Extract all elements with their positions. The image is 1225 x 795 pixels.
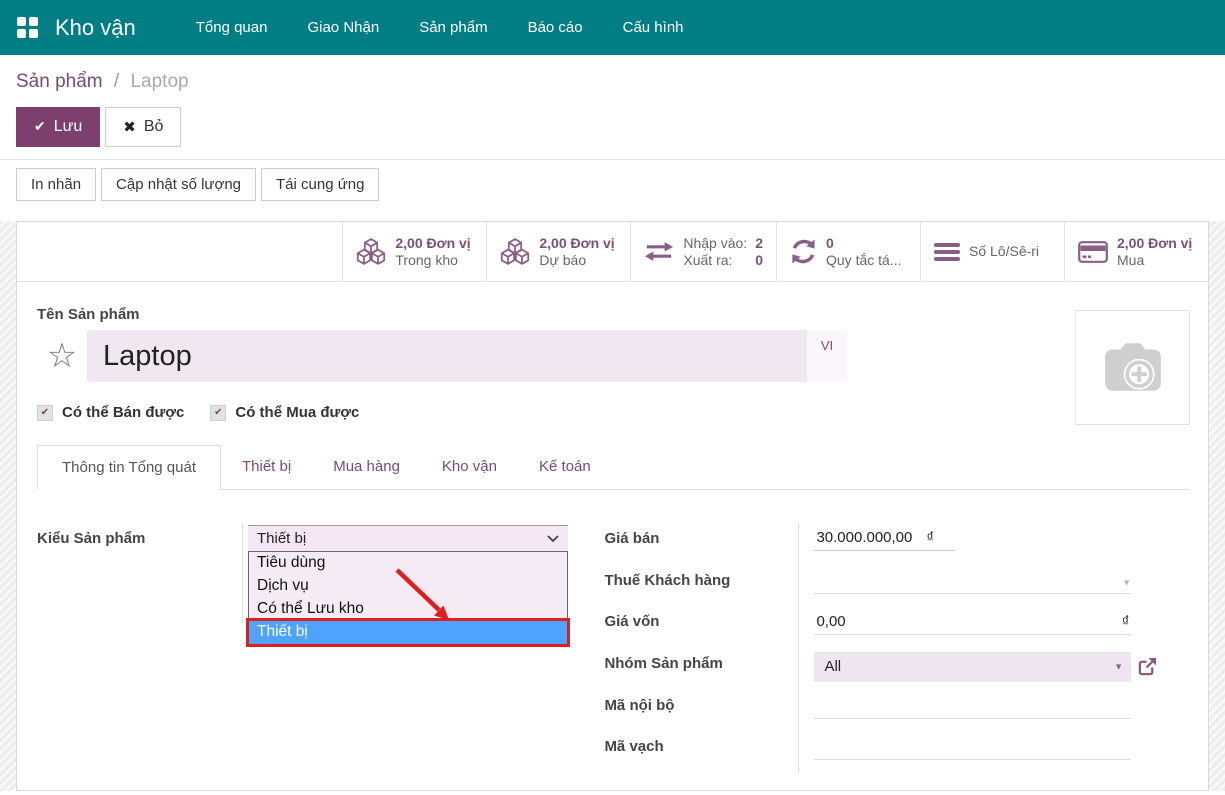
close-icon: [123, 118, 136, 137]
option-service[interactable]: Dịch vụ: [249, 575, 567, 598]
menu-item-config[interactable]: Cấu hình: [603, 0, 704, 55]
form-tabs: Thông tin Tổng quát Thiết bị Mua hàng Kh…: [37, 445, 1190, 490]
barcode-label: Mã vạch: [604, 738, 663, 755]
product-name-input[interactable]: [87, 330, 807, 382]
category-input[interactable]: All ▾: [814, 652, 1131, 682]
breadcrumb-parent-link[interactable]: Sản phẩm: [16, 71, 103, 92]
currency-symbol: ₫: [926, 529, 934, 546]
cost-input[interactable]: 0,00 ₫: [814, 610, 1131, 635]
update-quantity-button[interactable]: Cập nhật số lượng: [101, 168, 256, 201]
cubes-icon: [356, 238, 386, 265]
checkbox-checked-icon: [210, 405, 226, 421]
stat-forecast[interactable]: 2,00 Đơn vị Dự báo: [486, 222, 630, 281]
stat-in-out[interactable]: Nhập vào: 2 Xuất ra: 0: [630, 222, 776, 281]
content-area: 2,00 Đơn vị Trong kho 2,00 Đơn vị Dự báo…: [0, 221, 1225, 791]
menu-item-overview[interactable]: Tổng quan: [176, 0, 288, 55]
stat-lot-serial[interactable]: Số Lô/Sê-ri: [920, 222, 1064, 281]
group-right: Giá bán 30.000.000,00 ₫ Thuế Khách hàng: [604, 523, 1190, 773]
currency-symbol: ₫: [1122, 613, 1130, 630]
checkbox-checked-icon: [37, 405, 53, 421]
internal-ref-label: Mã nội bộ: [604, 697, 674, 714]
stat-button-row: 2,00 Đơn vị Trong kho 2,00 Đơn vị Dự báo…: [17, 222, 1208, 282]
refresh-icon: [790, 238, 817, 265]
print-labels-button[interactable]: In nhãn: [16, 168, 96, 201]
tab-equipment[interactable]: Thiết bị: [221, 445, 312, 489]
dropdown-caret-icon[interactable]: ▾: [1116, 660, 1122, 673]
discard-button[interactable]: Bỏ: [105, 107, 181, 147]
breadcrumb: Sản phẩm / Laptop: [0, 55, 1225, 103]
product-form-sheet: 2,00 Đơn vị Trong kho 2,00 Đơn vị Dự báo…: [16, 221, 1209, 791]
exchange-arrows-icon: [644, 241, 674, 262]
stat-purchased[interactable]: 2,00 Đơn vị Mua: [1064, 222, 1208, 281]
sales-price-label: Giá bán: [604, 530, 659, 547]
credit-card-icon: [1078, 241, 1108, 263]
barcode-input[interactable]: [814, 735, 1131, 760]
main-menu: Tổng quan Giao Nhận Sản phẩm Báo cáo Cấu…: [176, 0, 704, 55]
can-be-purchased-checkbox[interactable]: Có thể Mua được: [210, 404, 359, 421]
customer-tax-label: Thuế Khách hàng: [604, 572, 730, 589]
favorite-star-icon[interactable]: [37, 330, 87, 382]
list-icon: [934, 242, 960, 262]
customer-tax-input[interactable]: ▾: [814, 569, 1131, 594]
can-be-sold-checkbox[interactable]: Có thể Bán được: [37, 404, 184, 421]
menu-item-products[interactable]: Sản phẩm: [399, 0, 507, 55]
tab-general-info[interactable]: Thông tin Tổng quát: [37, 445, 221, 490]
group-left: Kiểu Sản phẩm Thiết bị Tiêu dùng Dịch vụ…: [37, 523, 568, 773]
option-equipment-highlighted[interactable]: Thiết bị: [249, 621, 567, 644]
cost-label: Giá vốn: [604, 613, 659, 630]
option-storable[interactable]: Có thể Lưu kho: [249, 598, 567, 621]
product-type-dropdown: Tiêu dùng Dịch vụ Có thể Lưu kho Thiết b…: [248, 551, 568, 645]
tab-inventory[interactable]: Kho vận: [421, 445, 518, 489]
top-navbar: Kho vận Tổng quan Giao Nhận Sản phẩm Báo…: [0, 0, 1225, 55]
internal-ref-input[interactable]: [814, 694, 1131, 719]
apps-menu-icon[interactable]: [17, 17, 38, 38]
external-link-icon[interactable]: [1138, 657, 1157, 676]
breadcrumb-separator: /: [108, 71, 125, 92]
sales-price-input[interactable]: 30.000.000,00 ₫: [814, 527, 955, 551]
save-button[interactable]: Lưu: [16, 107, 100, 147]
product-type-select[interactable]: Thiết bị: [248, 525, 568, 551]
tab-purchase[interactable]: Mua hàng: [312, 445, 421, 489]
breadcrumb-current: Laptop: [130, 71, 188, 92]
tab-accounting[interactable]: Kế toán: [518, 445, 612, 489]
replenish-button[interactable]: Tái cung ứng: [261, 168, 379, 201]
product-image-upload[interactable]: [1075, 310, 1190, 425]
dropdown-caret-icon[interactable]: ▾: [1124, 576, 1130, 589]
app-title[interactable]: Kho vận: [55, 15, 136, 41]
check-icon: [34, 118, 46, 136]
control-panel: Sản phẩm / Laptop Lưu Bỏ In nhãn Cập nhậ…: [0, 55, 1225, 201]
menu-item-transfers[interactable]: Giao Nhận: [287, 0, 399, 55]
stat-on-hand[interactable]: 2,00 Đơn vị Trong kho: [342, 222, 486, 281]
cubes-icon: [500, 238, 530, 265]
category-label: Nhóm Sản phẩm: [604, 655, 722, 672]
action-toolbar: In nhãn Cập nhật số lượng Tái cung ứng: [0, 160, 1225, 201]
camera-plus-icon: [1100, 339, 1166, 397]
product-type-label: Kiểu Sản phẩm: [37, 530, 145, 547]
option-consumable[interactable]: Tiêu dùng: [249, 552, 567, 575]
translation-badge[interactable]: VI: [807, 330, 847, 382]
product-name-label: Tên Sản phẩm: [37, 306, 1190, 323]
stat-reordering-rules[interactable]: 0 Quy tắc tá...: [776, 222, 920, 281]
menu-item-reports[interactable]: Báo cáo: [508, 0, 603, 55]
chevron-down-icon: [547, 535, 559, 542]
